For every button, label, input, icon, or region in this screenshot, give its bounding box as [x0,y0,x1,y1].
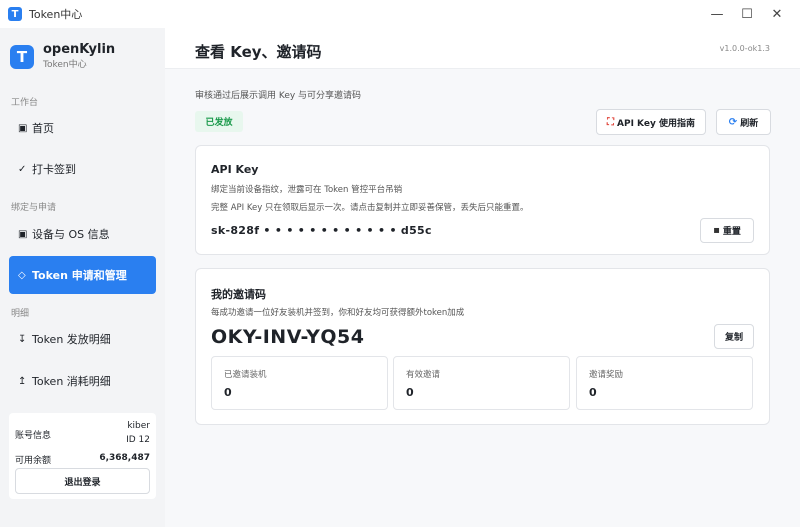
guide-icon: ⛶ [607,116,615,128]
window-title: Token中心 [29,8,83,21]
sidebar-item-label: 首页 [32,122,54,135]
stat-value: 0 [224,386,232,399]
sidebar-item-label: 打卡签到 [32,163,76,176]
arrow-down-icon: ↧ [18,333,27,345]
stat-label: 已邀请装机 [224,370,267,380]
stat-valid-invites: 有效邀请 0 [393,356,570,410]
refresh-button[interactable]: ⟳ 刷新 [716,109,771,135]
device-icon: ▣ [18,228,28,240]
page-subtitle: 审核通过后展示调用 Key 与可分享邀请码 [195,91,362,101]
stat-value: 0 [406,386,414,399]
invite-desc: 每成功邀请一位好友装机并签到，你和好友均可获得额外token加成 [211,308,465,318]
stat-label: 有效邀请 [406,370,441,380]
sidebar-item-label: Token 发放明细 [32,333,111,346]
api-key-card: API Key 绑定当前设备指纹，泄露可在 Token 管控平台吊销 完整 AP… [195,145,770,255]
home-icon: ▣ [18,122,28,134]
api-key-desc-2: 完整 API Key 只在领取后显示一次。请点击复制并立即妥善保管，丢失后只能重… [211,203,529,213]
sidebar-item-device-os[interactable]: ▣ 设备与 OS 信息 [9,215,156,253]
api-key-desc-1: 绑定当前设备指纹，泄露可在 Token 管控平台吊销 [211,185,403,195]
account-card: 账号信息 kiber ID 12 可用余额 6,368,487 退出登录 [9,413,156,499]
balance-value: 6,368,487 [99,453,150,463]
arrow-up-icon: ↥ [18,375,27,387]
api-guide-label: API Key 使用指南 [617,118,695,129]
app-logo-icon: T [8,7,22,21]
maximize-icon[interactable]: ☐ [732,0,762,28]
account-username: kiber [127,421,150,431]
check-icon: ✓ [18,163,27,175]
account-info-label: 账号信息 [15,431,52,441]
section-label-workbench: 工作台 [11,98,39,108]
sidebar-item-token-consumed[interactable]: ↥ Token 消耗明细 [9,362,156,400]
minimize-icon[interactable]: — [702,0,732,28]
version-label: v1.0.0-ok1.3 [719,44,770,53]
balance-label: 可用余额 [15,456,52,466]
sidebar-item-home[interactable]: ▣ 首页 [9,109,156,147]
status-badge: 已发放 [195,111,243,132]
account-id: ID 12 [126,435,150,445]
invite-title: 我的邀请码 [211,288,266,301]
logout-button[interactable]: 退出登录 [15,468,150,494]
copy-button[interactable]: 复制 [714,324,754,349]
window-controls: — ☐ ✕ [702,0,792,28]
brand-logo-icon: T [10,45,34,69]
save-icon: ▪ [713,225,720,236]
sidebar-item-label: 设备与 OS 信息 [32,228,110,241]
title-bar: T Token中心 — ☐ ✕ [0,0,800,28]
close-icon[interactable]: ✕ [762,0,792,28]
reset-button[interactable]: ▪ 重置 [700,218,754,243]
reset-label: 重置 [722,227,741,237]
invite-code: OKY-INV-YQ54 [211,326,365,348]
refresh-icon: ⟳ [728,116,738,128]
page-title: 查看 Key、邀请码 [195,43,322,61]
sidebar-item-token-manage[interactable]: ◇ Token 申请和管理 [9,256,156,294]
sidebar: T openKylin Token中心 工作台 ▣ 首页 ✓ 打卡签到 绑定与申… [0,28,165,527]
api-key-title: API Key [211,163,259,176]
invite-card: 我的邀请码 每成功邀请一位好友装机并签到，你和好友均可获得额外token加成 O… [195,268,770,425]
api-guide-button[interactable]: ⛶ API Key 使用指南 [596,109,706,135]
refresh-label: 刷新 [740,118,759,129]
sidebar-item-checkin[interactable]: ✓ 打卡签到 [9,150,156,188]
stat-label: 邀请奖励 [589,370,624,380]
sidebar-item-label: Token 消耗明细 [32,375,111,388]
section-label-details: 明细 [11,309,30,319]
brand-name: openKylin [43,42,116,57]
stat-invite-rewards: 邀请奖励 0 [576,356,753,410]
stat-value: 0 [589,386,597,399]
stat-invited-installs: 已邀请装机 0 [211,356,388,410]
sidebar-item-label: Token 申请和管理 [32,269,127,282]
brand-subtitle: Token中心 [43,60,87,70]
diamond-icon: ◇ [18,269,26,281]
brand: T openKylin Token中心 [10,42,115,72]
main-content: 查看 Key、邀请码 v1.0.0-ok1.3 审核通过后展示调用 Key 与可… [165,28,800,527]
api-key-value: sk-828f • • • • • • • • • • • • d55c [211,224,432,237]
sidebar-item-token-issued[interactable]: ↧ Token 发放明细 [9,320,156,358]
section-label-binding: 绑定与申请 [11,203,57,213]
